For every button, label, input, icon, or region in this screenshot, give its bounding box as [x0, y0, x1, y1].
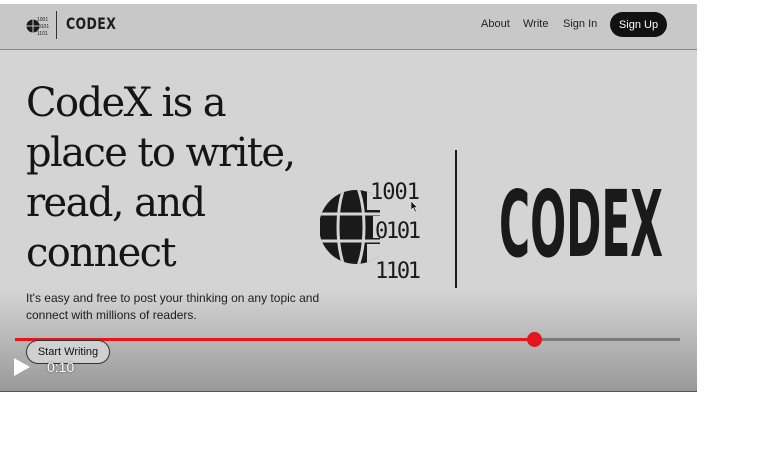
- mouse-cursor-icon: [411, 201, 419, 213]
- video-scrubber-handle[interactable]: [526, 332, 542, 347]
- logo-divider: [56, 11, 57, 39]
- logo-divider-large: [455, 150, 457, 288]
- codex-logo-icon[interactable]: 1001 0101 1101: [26, 13, 50, 39]
- top-navbar: 1001 0101 1101 CODEX About Write Sign In…: [0, 4, 697, 50]
- hero-subtitle: It's easy and free to post your thinking…: [26, 291, 320, 322]
- brand-wordmark[interactable]: CODEX: [66, 14, 116, 33]
- video-progress-bar[interactable]: [15, 332, 680, 347]
- brand-wordmark-large: CODEX: [499, 172, 663, 262]
- logo-bits-small-2: 0101: [38, 24, 49, 30]
- globe-icon: 1001 0101 1101: [320, 180, 421, 284]
- brand-wordmark-large-text: CODEX: [499, 172, 663, 262]
- video-timestamp: 0:10: [47, 359, 75, 375]
- play-icon[interactable]: [13, 357, 31, 377]
- logo-bits-small-3: 1101: [37, 31, 48, 37]
- nav-link-sign-in[interactable]: Sign In: [563, 18, 597, 30]
- logo-bits-line-2: 0101: [375, 219, 421, 244]
- hero-title: CodeX is a place to write, read, and con…: [26, 80, 296, 276]
- nav-link-write[interactable]: Write: [523, 18, 548, 30]
- video-frame[interactable]: 1001 0101 1101 CODEX About Write Sign In…: [0, 4, 697, 392]
- sign-up-button[interactable]: Sign Up: [610, 12, 667, 37]
- logo-bits-small-1: 1001: [37, 17, 48, 23]
- logo-bits-line-3: 1101: [375, 259, 421, 284]
- nav-link-about[interactable]: About: [481, 18, 510, 30]
